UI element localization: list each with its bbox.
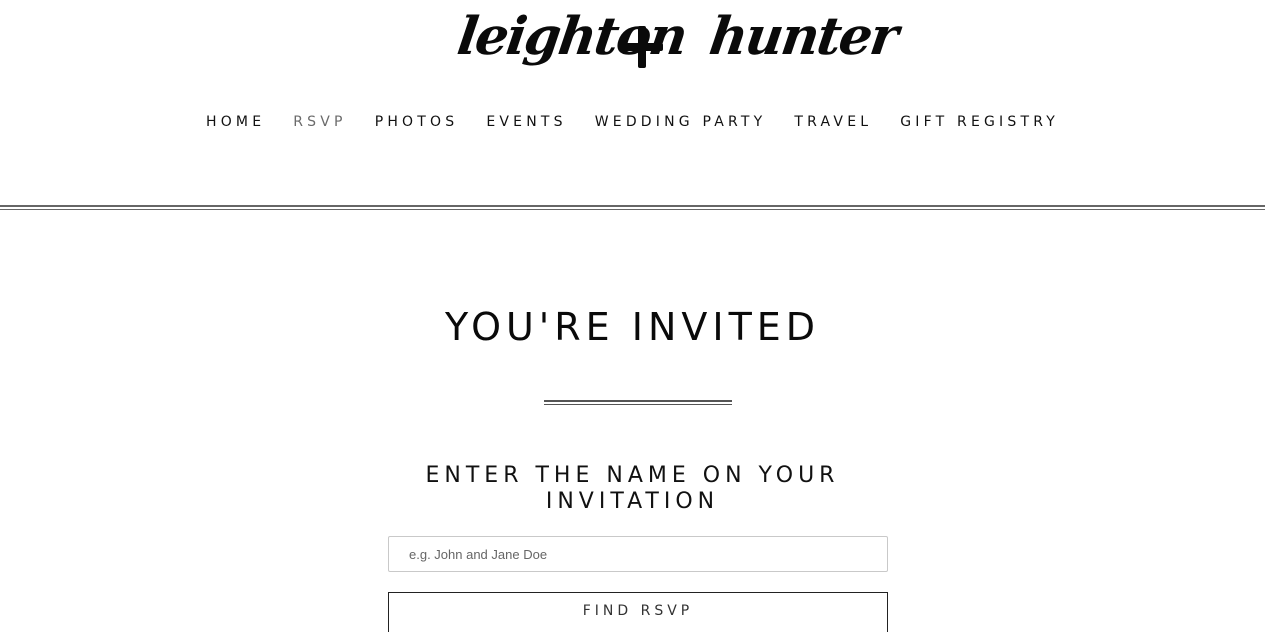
main-nav: HOME RSVP PHOTOS EVENTS WEDDING PARTY TR… — [0, 113, 1265, 131]
nav-item-wedding-party[interactable]: WEDDING PARTY — [595, 113, 767, 131]
nav-item-gift-registry[interactable]: GIFT REGISTRY — [900, 113, 1059, 131]
logo-plus-icon — [621, 26, 663, 68]
name-prompt-line-2: INVITATION — [545, 489, 720, 514]
nav-item-photos[interactable]: PHOTOS — [375, 113, 459, 131]
find-rsvp-button[interactable]: FIND RSVP — [388, 592, 888, 632]
logo-right-name: hunter — [705, 6, 901, 67]
nav-item-travel[interactable]: TRAVEL — [794, 113, 872, 131]
rsvp-page: leighton hunter HOME RSVP PHOTOS EVENTS … — [0, 0, 1265, 632]
page-title: YOU'RE INVITED — [444, 305, 821, 349]
title-divider — [544, 400, 732, 405]
nav-item-rsvp[interactable]: RSVP — [293, 113, 346, 131]
name-prompt-line-1: ENTER THE NAME ON YOUR — [425, 463, 840, 488]
site-logo[interactable]: leighton hunter — [0, 0, 1265, 90]
nav-item-events[interactable]: EVENTS — [486, 113, 566, 131]
invitation-name-input[interactable] — [388, 536, 888, 572]
header-divider — [0, 205, 1265, 210]
nav-item-home[interactable]: HOME — [206, 113, 265, 131]
name-prompt: ENTER THE NAME ON YOUR INVITATION — [0, 463, 1265, 515]
